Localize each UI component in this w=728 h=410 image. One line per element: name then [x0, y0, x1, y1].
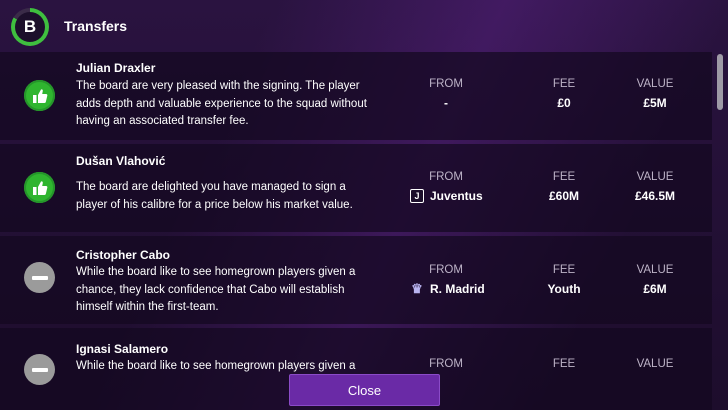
value-label: VALUE: [636, 171, 674, 183]
value-label: VALUE: [636, 264, 674, 276]
from-club[interactable]: J Juventus: [410, 189, 483, 203]
from-label: FROM: [429, 171, 463, 183]
fee-value: £0: [557, 96, 571, 110]
thumbs-up-icon: [24, 172, 55, 203]
minus-icon: [24, 262, 55, 293]
value-value: £46.5M: [634, 189, 676, 203]
player-name[interactable]: Julian Draxler: [76, 61, 155, 75]
board-grade-badge[interactable]: B: [11, 8, 49, 46]
from-club[interactable]: ♛ R. Madrid: [410, 281, 485, 296]
from-value: -: [444, 96, 448, 110]
from-label: FROM: [429, 358, 463, 370]
fee-value: Youth: [547, 282, 581, 296]
fee-value: £60M: [548, 189, 580, 203]
scrollbar[interactable]: [712, 52, 728, 410]
from-label: FROM: [429, 264, 463, 276]
fee-label: FEE: [552, 78, 576, 90]
value-value: £5M: [643, 96, 667, 110]
scrollbar-thumb[interactable]: [717, 54, 723, 110]
player-name[interactable]: Ignasi Salamero: [76, 342, 168, 356]
header: B Transfers: [0, 0, 728, 52]
minus-icon: [24, 354, 55, 385]
fee-label: FEE: [552, 171, 576, 183]
board-comment: The board are delighted you have managed…: [76, 181, 353, 211]
real-madrid-badge-icon: ♛: [411, 281, 423, 296]
player-name[interactable]: Cristopher Cabo: [76, 248, 170, 262]
board-comment: While the board like to see homegrown pl…: [76, 266, 356, 313]
player-name[interactable]: Dušan Vlahović: [76, 154, 165, 168]
from-label: FROM: [429, 78, 463, 90]
value-label: VALUE: [636, 78, 674, 90]
club-name: Juventus: [430, 189, 483, 203]
value-value: £6M: [643, 282, 667, 296]
transfer-row[interactable]: Cristopher Cabo While the board like to …: [0, 236, 712, 324]
transfer-row[interactable]: Dušan Vlahović The board are delighted y…: [0, 144, 712, 232]
fee-label: FEE: [552, 264, 576, 276]
transfer-row[interactable]: Julian Draxler The board are very please…: [0, 52, 712, 140]
grade-letter: B: [15, 12, 45, 42]
transfers-list: Julian Draxler The board are very please…: [0, 52, 712, 410]
club-name: R. Madrid: [430, 282, 485, 296]
thumbs-up-icon: [24, 80, 55, 111]
fee-label: FEE: [552, 358, 576, 370]
juventus-badge-icon: J: [410, 189, 424, 203]
board-comment: While the board like to see homegrown pl…: [76, 360, 356, 372]
board-comment: The board are very pleased with the sign…: [76, 80, 367, 127]
value-label: VALUE: [636, 358, 674, 370]
close-button[interactable]: Close: [289, 374, 440, 406]
page-title: Transfers: [64, 18, 128, 34]
